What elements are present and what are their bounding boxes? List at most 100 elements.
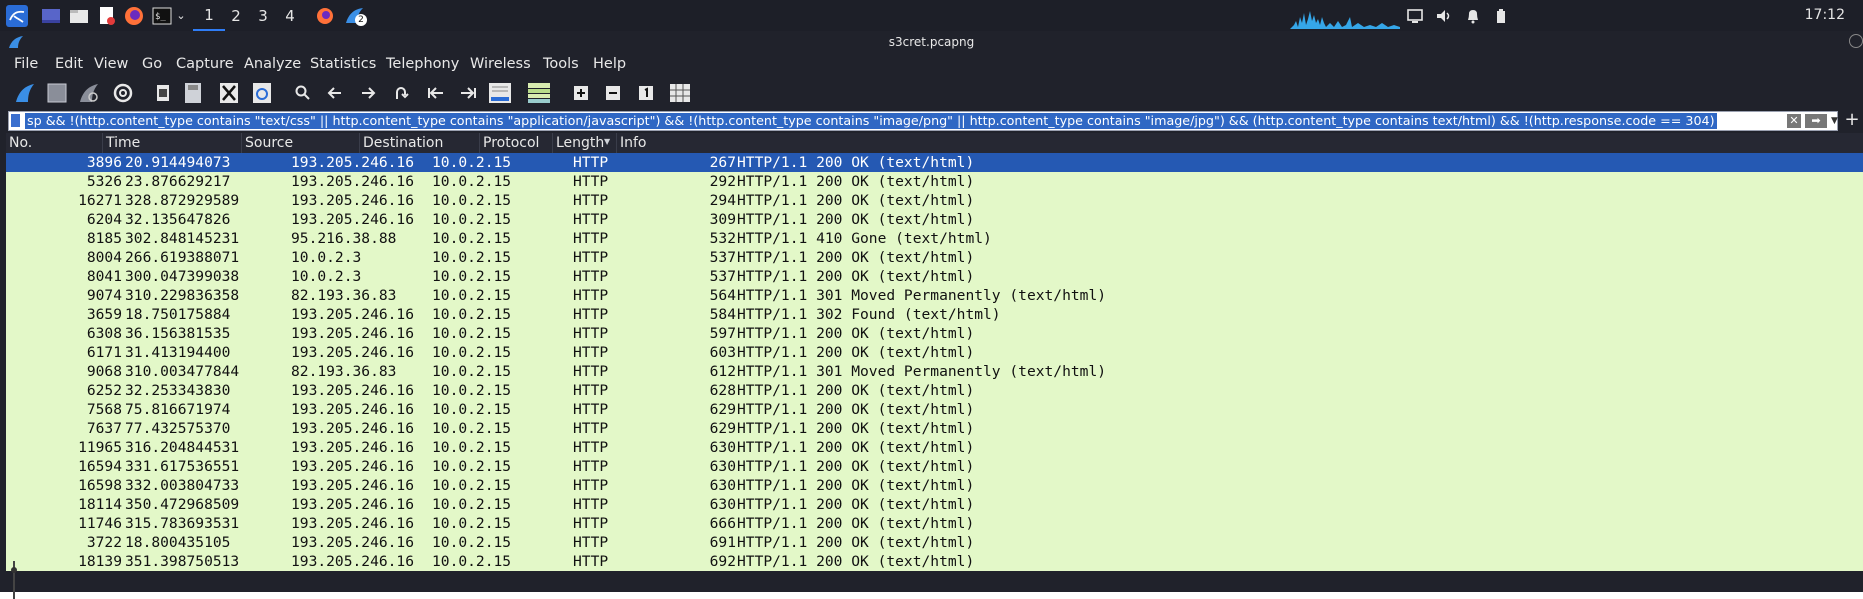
cell-time: 351.398750513 (125, 553, 240, 570)
menu-go[interactable]: Go (142, 52, 162, 76)
cell-protocol: HTTP (573, 534, 609, 551)
cell-info: HTTP/1.1 200 OK (text/html) (737, 458, 975, 475)
packet-row[interactable]: 8004 266.619388071 10.0.2.3 10.0.2.15 HTTP 53… (6, 248, 1863, 267)
packet-row[interactable]: 16594 331.617536551 193.205.246.16 10.0.2.1… (6, 457, 1863, 476)
cell-info: HTTP/1.1 200 OK (text/html) (737, 553, 975, 570)
packet-row[interactable]: 9068 310.003477844 82.193.36.83 10.0.2.15 HT… (6, 362, 1863, 381)
goto-packet-icon[interactable] (388, 80, 414, 106)
close-file-icon[interactable] (216, 80, 242, 106)
cell-length: 309 (709, 211, 736, 228)
stop-icon[interactable] (44, 80, 70, 106)
menu-telephony[interactable]: Telephony (386, 52, 459, 76)
cell-destination: 10.0.2.15 (432, 515, 512, 532)
zoom-out-icon[interactable] (600, 80, 626, 106)
firefox-icon[interactable] (121, 0, 147, 31)
options-gear-icon[interactable] (110, 80, 136, 106)
menu-edit[interactable]: Edit (55, 52, 83, 76)
packet-row[interactable]: 8041 300.047399038 10.0.2.3 10.0.2.15 HTTP 53… (6, 267, 1863, 286)
firefox-task-icon[interactable] (312, 0, 338, 31)
column-header-source[interactable]: Source (241, 133, 359, 153)
packet-row[interactable]: 7637 77.432575370 193.205.246.16 10.0.2.15 H… (6, 419, 1863, 438)
shark-fin-start-icon[interactable] (12, 80, 38, 106)
cell-time: 300.047399038 (125, 268, 240, 285)
text-editor-icon[interactable] (94, 0, 120, 31)
packet-row[interactable]: 11746 315.783693531 193.205.246.16 10.0.2.1… (6, 514, 1863, 533)
menu-file[interactable]: File (14, 52, 38, 76)
restart-icon[interactable] (76, 80, 102, 106)
cell-protocol: HTTP (573, 515, 609, 532)
packet-row-selected[interactable]: 3896 20.914494073 193.205.246.16 10.0.2.15 H… (6, 153, 1863, 172)
launcher-chevron-down-icon[interactable]: ⌄ (174, 0, 188, 31)
wireshark-task-icon[interactable]: 2 (340, 0, 370, 31)
packet-row[interactable]: 16271 328.872929589 193.205.246.16 10.0.2.1… (6, 191, 1863, 210)
menu-wireless[interactable]: Wireless (470, 52, 531, 76)
clear-filter-icon[interactable]: ✕ (1787, 114, 1801, 128)
menu-analyze[interactable]: Analyze (244, 52, 301, 76)
packet-row[interactable]: 8185 302.848145231 95.216.38.88 10.0.2.15 HT… (6, 229, 1863, 248)
packet-row[interactable]: 11965 316.204844531 193.205.246.16 10.0.2.1… (6, 438, 1863, 457)
packet-row[interactable]: 16598 332.003804733 193.205.246.16 10.0.2.1… (6, 476, 1863, 495)
cell-source: 193.205.246.16 (291, 154, 415, 171)
workspace-4[interactable]: 4 (274, 0, 306, 31)
display-icon[interactable] (1403, 0, 1427, 31)
file-manager-icon[interactable] (66, 0, 92, 31)
cell-protocol: HTTP (573, 268, 609, 285)
filter-history-dropdown-icon[interactable]: ▼ (1831, 112, 1839, 130)
packet-row[interactable]: 18139 351.398750513 193.205.246.16 10.0.2.1… (6, 552, 1863, 571)
last-packet-icon[interactable] (455, 80, 481, 106)
cell-info: HTTP/1.1 200 OK (text/html) (737, 268, 975, 285)
column-header-destination[interactable]: Destination (359, 133, 479, 153)
cell-no: 9074 (86, 287, 122, 304)
terminal-icon[interactable]: $_ (149, 0, 175, 31)
volume-icon[interactable] (1432, 0, 1456, 31)
open-file-icon[interactable] (150, 80, 176, 106)
battery-icon[interactable] (1490, 0, 1512, 31)
packet-row[interactable]: 5326 23.876629217 193.205.246.16 10.0.2.15 H… (6, 172, 1863, 191)
add-filter-button-plus-icon[interactable]: + (1843, 109, 1861, 133)
menu-view[interactable]: View (94, 52, 128, 76)
packet-row[interactable]: 6308 36.156381535 193.205.246.16 10.0.2.15 H… (6, 324, 1863, 343)
forward-arrow-icon[interactable] (355, 80, 381, 106)
normal-size-icon[interactable] (633, 80, 659, 106)
zoom-in-icon[interactable] (568, 80, 594, 106)
cell-info: HTTP/1.1 200 OK (text/html) (737, 249, 975, 266)
packet-row[interactable]: 3659 18.750175884 193.205.246.16 10.0.2.15 H… (6, 305, 1863, 324)
menu-help[interactable]: Help (593, 52, 626, 76)
column-header-no[interactable]: No. (6, 133, 102, 153)
cell-protocol: HTTP (573, 230, 609, 247)
cell-protocol: HTTP (573, 325, 609, 342)
menu-capture[interactable]: Capture (176, 52, 234, 76)
display-filter-input[interactable]: sp && !(http.content_type contains "text… (8, 111, 1838, 131)
cell-source: 193.205.246.16 (291, 325, 415, 342)
packet-row[interactable]: 7568 75.816671974 193.205.246.16 10.0.2.15 H… (6, 400, 1863, 419)
window-control-icon[interactable] (1849, 34, 1863, 48)
save-file-icon[interactable] (180, 80, 206, 106)
packet-row[interactable]: 6252 32.253343830 193.205.246.16 10.0.2.15 H… (6, 381, 1863, 400)
packet-row[interactable]: 6204 32.135647826 193.205.246.16 10.0.2.15 H… (6, 210, 1863, 229)
cell-length: 564 (709, 287, 736, 304)
packet-row[interactable]: 18114 350.472968509 193.205.246.16 10.0.2.1… (6, 495, 1863, 514)
first-packet-icon[interactable] (423, 80, 449, 106)
reload-icon[interactable] (249, 80, 275, 106)
column-header-info[interactable]: Info (616, 133, 1863, 153)
notification-bell-icon[interactable] (1461, 0, 1485, 31)
autoscroll-icon[interactable] (487, 80, 513, 106)
cell-length: 294 (709, 192, 736, 209)
packet-row[interactable]: 9074 310.229836358 82.193.36.83 10.0.2.15 HT… (6, 286, 1863, 305)
back-arrow-icon[interactable] (322, 80, 348, 106)
packet-row[interactable]: 3722 18.800435105 193.205.246.16 10.0.2.15 H… (6, 533, 1863, 552)
display-filter-text[interactable]: sp && !(http.content_type contains "text… (25, 113, 1717, 129)
column-header-time[interactable]: Time (102, 133, 241, 153)
show-desktop-icon[interactable] (38, 0, 64, 31)
colorize-icon[interactable] (526, 80, 552, 106)
menu-tools[interactable]: Tools (543, 52, 579, 76)
cell-protocol: HTTP (573, 458, 609, 475)
column-header-protocol[interactable]: Protocol (479, 133, 552, 153)
filter-bookmark-icon[interactable] (11, 114, 20, 127)
find-icon[interactable] (290, 80, 316, 106)
apply-filter-arrow-icon[interactable]: ➡ (1805, 114, 1827, 128)
kali-menu-icon[interactable] (2, 0, 32, 31)
menu-statistics[interactable]: Statistics (310, 52, 376, 76)
resize-columns-icon[interactable] (667, 80, 693, 106)
packet-row[interactable]: 6171 31.413194400 193.205.246.16 10.0.2.15 H… (6, 343, 1863, 362)
